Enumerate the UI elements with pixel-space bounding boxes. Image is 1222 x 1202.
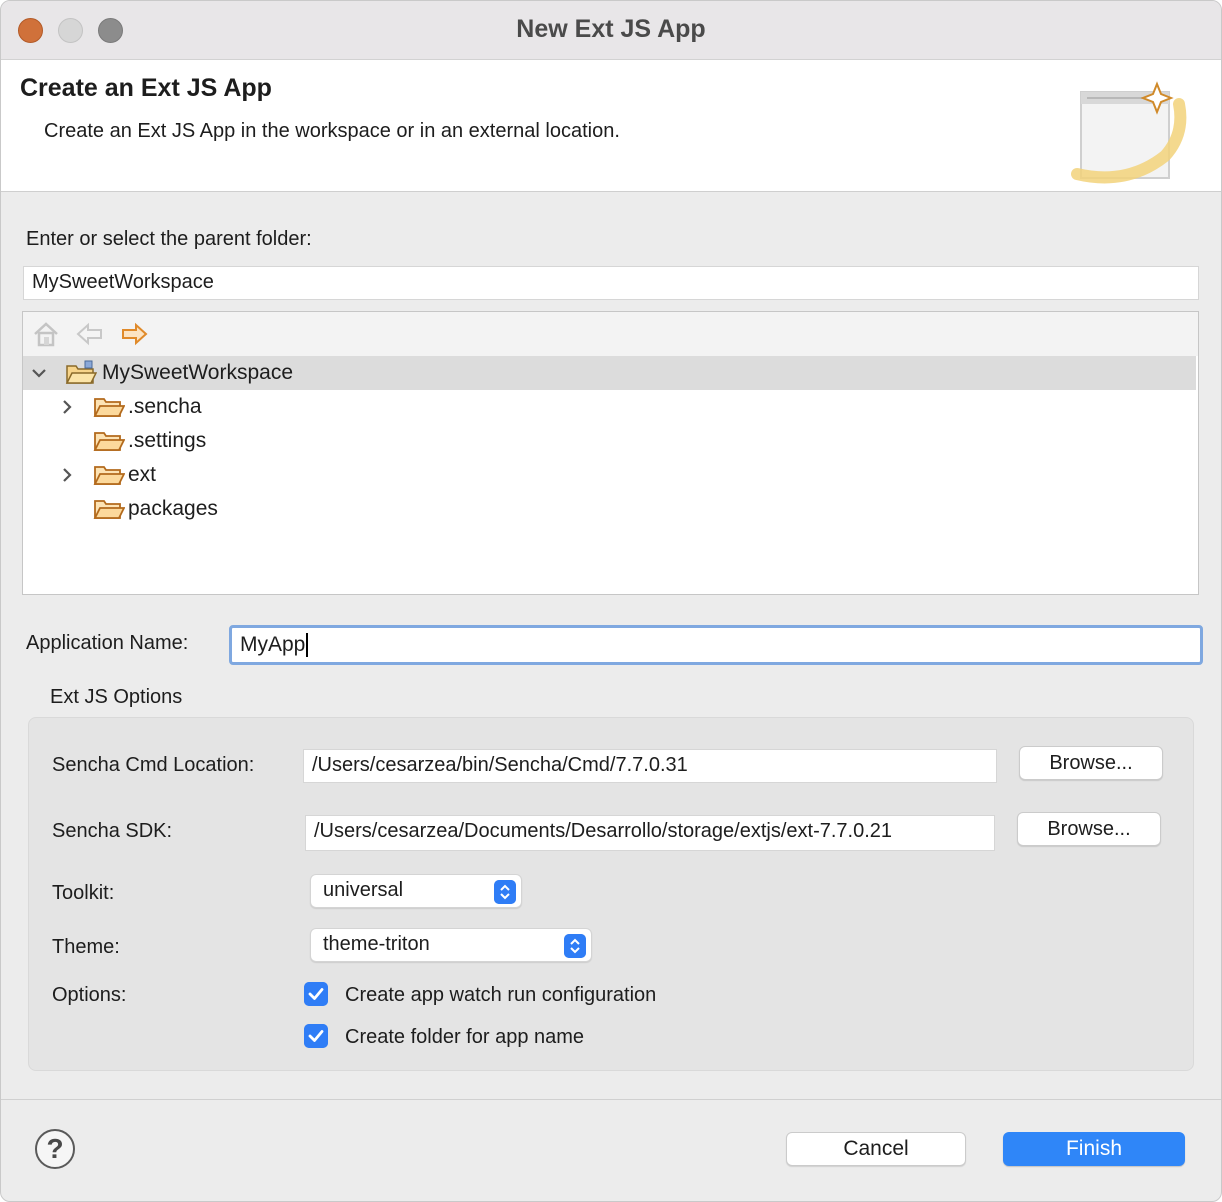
finish-button[interactable]: Finish (1003, 1132, 1185, 1166)
chevron-right-icon[interactable] (57, 396, 77, 418)
window-title: New Ext JS App (516, 15, 706, 43)
tree-item-label: ext (128, 463, 157, 486)
folder-tree[interactable]: MySweetWorkspace .sencha .settings ext p… (22, 311, 1199, 595)
new-app-wizard-icon (1071, 81, 1187, 184)
chevron-updown-icon (564, 934, 586, 958)
banner-description: Create an Ext JS App in the workspace or… (44, 120, 620, 142)
parent-folder-label: Enter or select the parent folder: (26, 228, 312, 250)
theme-select[interactable]: theme-triton (310, 928, 592, 962)
chevron-right-icon[interactable] (57, 464, 77, 486)
tree-toolbar (23, 312, 1198, 356)
arrow-left-icon[interactable] (75, 320, 105, 348)
application-name-input[interactable]: MyApp (229, 625, 1203, 665)
folder-icon (93, 466, 125, 485)
options-label: Options: (52, 984, 127, 1006)
folder-icon (93, 398, 125, 417)
home-icon[interactable] (31, 320, 61, 348)
arrow-right-icon[interactable] (119, 320, 149, 348)
folder-for-app-name-label[interactable]: Create folder for app name (345, 1026, 584, 1049)
application-name-value: MyApp (240, 633, 306, 656)
browse-cmd-button[interactable]: Browse... (1019, 746, 1163, 780)
parent-folder-input[interactable]: MySweetWorkspace (23, 266, 1199, 300)
tree-row-packages[interactable]: packages (23, 492, 1196, 526)
sdk-label: Sencha SDK: (52, 820, 173, 842)
sdk-input[interactable]: /Users/cesarzea/Documents/Desarrollo/sto… (305, 815, 995, 851)
toolkit-select[interactable]: universal (310, 874, 522, 908)
folder-for-app-name-checkbox[interactable] (304, 1024, 328, 1048)
folder-icon (93, 500, 125, 519)
tree-row-sencha[interactable]: .sencha (23, 390, 1196, 424)
tree-root-label: MySweetWorkspace (102, 361, 294, 384)
toolkit-label: Toolkit: (52, 882, 115, 904)
tree-item-label: .settings (128, 429, 207, 452)
banner-title: Create an Ext JS App (20, 74, 272, 102)
toolkit-selected-value: universal (323, 879, 404, 901)
theme-label: Theme: (52, 936, 120, 958)
help-button[interactable]: ? (35, 1129, 75, 1169)
watch-run-config-checkbox[interactable] (304, 982, 328, 1006)
text-caret (306, 633, 309, 658)
watch-run-config-label[interactable]: Create app watch run configuration (345, 984, 656, 1007)
cmd-location-label: Sencha Cmd Location: (52, 754, 255, 776)
cmd-location-input[interactable]: /Users/cesarzea/bin/Sencha/Cmd/7.7.0.31 (303, 749, 997, 783)
browse-sdk-button[interactable]: Browse... (1017, 812, 1161, 846)
tree-row-ext[interactable]: ext (23, 458, 1196, 492)
project-folder-icon (65, 360, 97, 384)
ext-options-group-label: Ext JS Options (50, 686, 183, 708)
tree-row-root[interactable]: MySweetWorkspace (23, 356, 1196, 390)
cancel-button[interactable]: Cancel (786, 1132, 966, 1166)
chevron-down-icon[interactable] (29, 362, 49, 384)
tree-item-label: packages (128, 497, 218, 520)
footer-divider (1, 1099, 1221, 1100)
theme-selected-value: theme-triton (323, 933, 430, 955)
new-ext-js-app-dialog: New Ext JS App Create an Ext JS App Crea… (0, 0, 1222, 1202)
wizard-banner: Create an Ext JS App Create an Ext JS Ap… (1, 60, 1221, 192)
title-bar: New Ext JS App (1, 1, 1221, 60)
folder-icon (93, 432, 125, 451)
chevron-updown-icon (494, 880, 516, 904)
application-name-label: Application Name: (26, 632, 189, 654)
tree-item-label: .sencha (128, 395, 202, 418)
tree-row-settings[interactable]: .settings (23, 424, 1196, 458)
